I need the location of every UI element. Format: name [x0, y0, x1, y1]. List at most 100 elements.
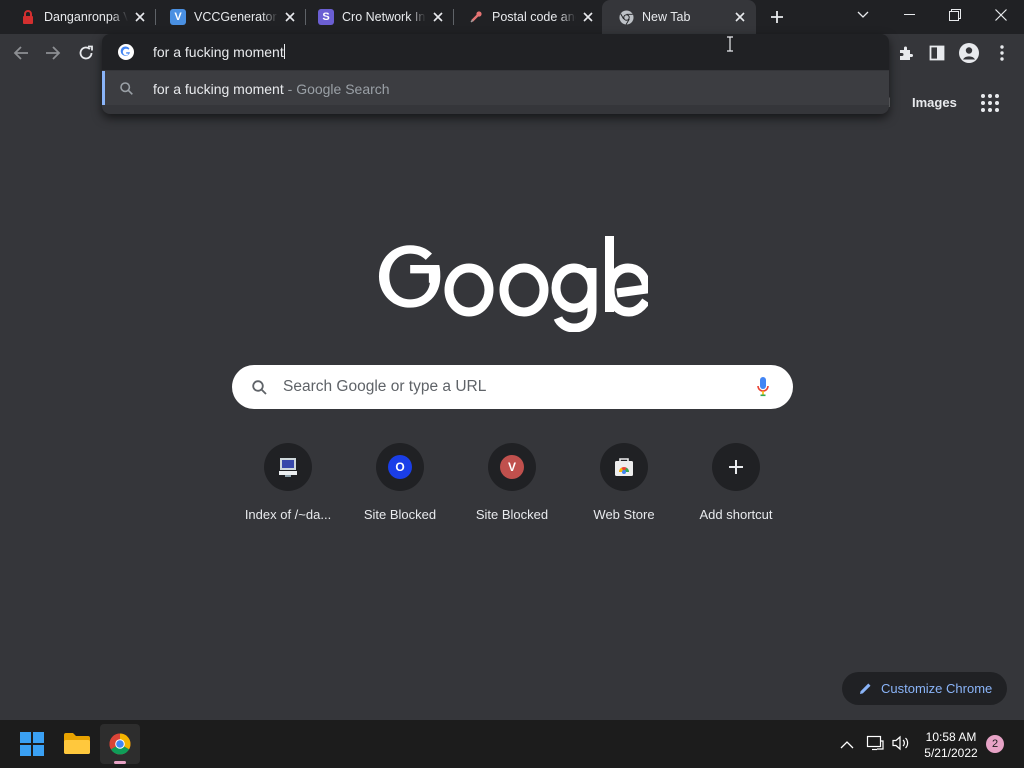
text-caret: [283, 44, 285, 59]
suggestion-separator: -: [283, 81, 297, 97]
shortcut-label: Site Blocked: [475, 507, 549, 522]
customize-label: Customize Chrome: [881, 681, 993, 696]
microphone-icon: [757, 377, 769, 397]
extensions-button[interactable]: [893, 40, 919, 66]
tab-strip: Danganronpa V V VCCGenerator - S Cro Net…: [0, 0, 1024, 34]
tab-title: Danganronpa V: [44, 10, 128, 24]
minimize-icon: [903, 14, 915, 15]
windows-taskbar: 2: [0, 720, 1024, 768]
tab-new-tab[interactable]: New Tab: [602, 0, 756, 34]
restore-icon: [949, 9, 961, 21]
side-panel-icon: [929, 45, 945, 61]
close-window-button[interactable]: [978, 0, 1024, 30]
letter-o-icon: O: [376, 443, 424, 491]
v-logo-icon: V: [170, 9, 186, 25]
shortcut-label: Add shortcut: [699, 507, 773, 522]
search-placeholder: Search Google or type a URL: [283, 378, 487, 395]
voice-search-button[interactable]: [757, 377, 769, 397]
clock-time: 10:58 AM: [925, 730, 977, 744]
letter-v-icon: V: [488, 443, 536, 491]
shortcut-tile[interactable]: V Site Blocked: [456, 443, 568, 533]
tab-title: VCCGenerator -: [194, 10, 278, 24]
tab-vccgenerator[interactable]: V VCCGenerator -: [154, 0, 306, 34]
search-box[interactable]: Search Google or type a URL: [232, 365, 793, 409]
clock-date: 5/21/2022: [924, 746, 978, 760]
omnibox-suggestion[interactable]: for a fucking moment - Google Search: [102, 71, 889, 105]
s-logo-icon: S: [318, 9, 334, 25]
reload-icon: [79, 45, 93, 60]
omnibox[interactable]: for a fucking moment: [102, 34, 889, 70]
omnibox-popup: for a fucking moment for a fucking momen…: [102, 34, 889, 114]
plus-icon: [771, 11, 783, 23]
customize-chrome-button[interactable]: Customize Chrome: [842, 672, 1007, 705]
start-button[interactable]: [20, 732, 44, 756]
back-button[interactable]: [8, 40, 34, 66]
tab-title: Postal code and: [492, 10, 576, 24]
tab-cro-network[interactable]: S Cro Network Inc: [302, 0, 454, 34]
show-hidden-icons-button[interactable]: [840, 737, 854, 751]
shortcut-tile[interactable]: O Site Blocked: [344, 443, 456, 533]
suggestion-source: Google Search: [296, 81, 390, 97]
close-tab-icon[interactable]: [132, 9, 148, 25]
clock[interactable]: 10:58 AM 5/21/2022: [918, 729, 984, 761]
omnibox-input[interactable]: for a fucking moment: [153, 44, 285, 60]
pencil-icon: [859, 682, 872, 695]
folder-icon: [64, 733, 90, 754]
running-indicator: [114, 761, 126, 764]
google-logo: [376, 222, 652, 333]
more-vert-icon: [1000, 45, 1004, 61]
tab-title: Cro Network Inc: [342, 10, 426, 24]
reload-button[interactable]: [73, 40, 99, 66]
close-tab-icon[interactable]: [580, 9, 596, 25]
tab-danganronpa[interactable]: Danganronpa V: [4, 0, 156, 34]
suggestion-query: for a fucking moment: [153, 81, 284, 97]
restore-button[interactable]: [932, 0, 978, 30]
chevron-down-icon: [857, 11, 869, 18]
pin-icon: [468, 9, 484, 25]
network-icon[interactable]: [866, 735, 884, 751]
chevron-up-icon: [840, 741, 854, 749]
file-explorer-button[interactable]: [64, 732, 90, 756]
tab-title: New Tab: [642, 10, 691, 24]
text-cursor-icon: [726, 36, 734, 52]
web-store-icon: [600, 443, 648, 491]
menu-button[interactable]: [989, 40, 1015, 66]
profile-icon: [959, 43, 979, 63]
close-tab-icon[interactable]: [430, 9, 446, 25]
shortcut-label: Site Blocked: [363, 507, 437, 522]
notification-badge[interactable]: 2: [986, 735, 1004, 753]
windows-logo-icon: [20, 732, 44, 756]
computer-icon: [264, 443, 312, 491]
side-panel-button[interactable]: [924, 40, 950, 66]
close-icon: [995, 9, 1007, 21]
close-tab-icon[interactable]: [732, 9, 748, 25]
profile-button[interactable]: [956, 40, 982, 66]
chrome-icon: [109, 733, 131, 755]
arrow-right-icon: [46, 46, 61, 60]
minimize-button[interactable]: [886, 0, 932, 30]
omnibox-value: for a fucking moment: [153, 44, 284, 60]
shortcut-tile[interactable]: Index of /~da...: [232, 443, 344, 533]
suggestion-text: for a fucking moment - Google Search: [153, 81, 390, 97]
new-tab-button[interactable]: [764, 4, 790, 30]
arrow-left-icon: [13, 46, 28, 60]
shortcut-label: Index of /~da...: [244, 507, 332, 522]
puzzle-icon: [900, 46, 913, 60]
tab-search-button[interactable]: [840, 0, 886, 30]
tab-postal-code[interactable]: Postal code and: [452, 0, 604, 34]
plus-icon: [712, 443, 760, 491]
search-icon: [120, 82, 133, 95]
forward-button[interactable]: [40, 40, 66, 66]
google-apps-button[interactable]: [980, 93, 1000, 113]
chrome-taskbar-button[interactable]: [100, 724, 140, 764]
lock-icon: [20, 9, 36, 25]
add-shortcut-button[interactable]: Add shortcut: [680, 443, 792, 533]
shortcut-tile[interactable]: Web Store: [568, 443, 680, 533]
shortcut-letter: V: [500, 455, 524, 479]
volume-icon[interactable]: [892, 735, 910, 751]
shortcut-letter: O: [388, 455, 412, 479]
google-g-icon: [118, 44, 134, 60]
search-icon: [252, 380, 267, 395]
images-link[interactable]: Images: [912, 95, 957, 111]
close-tab-icon[interactable]: [282, 9, 298, 25]
